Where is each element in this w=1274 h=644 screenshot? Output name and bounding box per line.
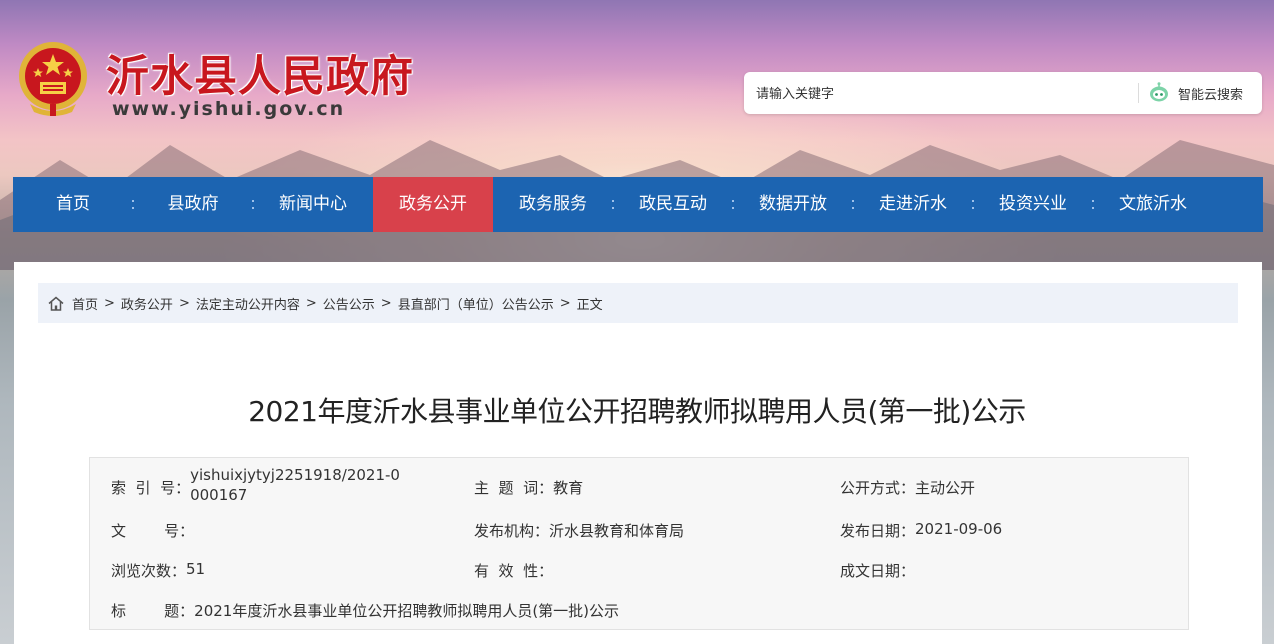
topic-value: 教育 [553, 479, 584, 497]
nav-separator [852, 198, 854, 212]
breadcrumb-government-affairs-open[interactable]: 政务公开 [121, 294, 173, 313]
open-method-value: 主动公开 [915, 479, 976, 497]
publish-date-value: 2021-09-06 [915, 520, 1003, 538]
index-number-label: 索 引 号： [111, 479, 191, 497]
main-nav: 首页 县政府 新闻中心 政务公开 政务服务 政民互动 数据开放 走进沂水 投资兴… [13, 177, 1263, 232]
metadata-row: 浏览次数： 51 有 效 性： 成文日期： [90, 560, 1188, 590]
breadcrumb-department-announcements[interactable]: 县直部门（单位）公告公示 [398, 294, 554, 313]
search-box: 智能云搜索 [744, 72, 1262, 114]
nav-separator [732, 198, 734, 212]
breadcrumb-current: 正文 [576, 297, 603, 313]
nav-item-government-affairs-open[interactable]: 政务公开 [373, 177, 493, 232]
nav-item-public-interaction[interactable]: 政民互动 [613, 177, 733, 232]
publish-date-field: 发布日期： 2021-09-06 [840, 520, 1002, 541]
nav-item-government-services[interactable]: 政务服务 [493, 177, 613, 232]
nav-item-about-yishui[interactable]: 走进沂水 [853, 177, 973, 232]
title-label: 标 题： [111, 602, 195, 620]
breadcrumb-separator: > [305, 295, 317, 311]
validity-field: 有 效 性： [474, 560, 553, 581]
nav-separator [1092, 198, 1094, 212]
topic-field: 主 题 词： 教育 [474, 477, 583, 498]
breadcrumb-separator: > [559, 295, 571, 311]
nav-item-county-government[interactable]: 县政府 [133, 177, 253, 232]
national-emblem-icon [19, 42, 87, 116]
search-divider [1138, 83, 1139, 103]
created-date-field: 成文日期： [840, 560, 915, 581]
publisher-value: 沂水县教育和体育局 [549, 522, 685, 540]
index-number-field: 索 引 号： yishuixjytyj2251918/2021-0000167 [111, 466, 400, 505]
metadata-row: 标 题： 2021年度沂水县事业单位公开招聘教师拟聘用人员(第一批)公示 [90, 600, 1188, 630]
nav-item-culture-tourism[interactable]: 文旅沂水 [1093, 177, 1213, 232]
breadcrumb-statutory-disclosure[interactable]: 法定主动公开内容 [196, 294, 300, 313]
breadcrumb-separator: > [380, 295, 392, 311]
nav-separator [252, 198, 254, 212]
smart-search-label: 智能云搜索 [1178, 87, 1244, 103]
title-value: 2021年度沂水县事业单位公开招聘教师拟聘用人员(第一批)公示 [194, 602, 620, 620]
view-count-label: 浏览次数： [111, 562, 187, 580]
topic-label: 主 题 词： [474, 479, 554, 497]
nav-separator [612, 198, 614, 212]
nav-item-open-data[interactable]: 数据开放 [733, 177, 853, 232]
publisher-label: 发布机构： [474, 522, 550, 540]
nav-item-home[interactable]: 首页 [13, 177, 133, 232]
smart-search-button[interactable]: 智能云搜索 [1144, 78, 1258, 108]
view-count-field: 浏览次数： 51 [111, 560, 205, 581]
breadcrumb-home[interactable]: 首页 [72, 294, 98, 313]
nav-separator [972, 198, 974, 212]
metadata-row: 索 引 号： yishuixjytyj2251918/2021-0000167 … [90, 463, 1188, 504]
document-metadata: 索 引 号： yishuixjytyj2251918/2021-0000167 … [89, 457, 1189, 630]
document-number-field: 文 号： [111, 520, 194, 541]
title-field: 标 题： 2021年度沂水县事业单位公开招聘教师拟聘用人员(第一批)公示 [111, 600, 619, 621]
breadcrumb: 首页 > 政务公开 > 法定主动公开内容 > 公告公示 > 县直部门（单位）公告… [38, 283, 1238, 323]
search-input[interactable] [754, 82, 1128, 106]
breadcrumb-separator: > [178, 295, 190, 311]
nav-item-news-center[interactable]: 新闻中心 [253, 177, 373, 232]
validity-label: 有 效 性： [474, 562, 554, 580]
breadcrumb-separator: > [104, 295, 115, 311]
home-icon [48, 296, 64, 311]
nav-separator [132, 198, 134, 212]
open-method-label: 公开方式： [840, 479, 916, 497]
publisher-field: 发布机构： 沂水县教育和体育局 [474, 520, 684, 541]
view-count-value: 51 [186, 560, 206, 578]
created-date-label: 成文日期： [840, 562, 916, 580]
nav-item-investment[interactable]: 投资兴业 [973, 177, 1093, 232]
open-method-field: 公开方式： 主动公开 [840, 477, 975, 498]
robot-search-icon [1150, 82, 1168, 102]
site-name: 沂水县人民政府 [106, 52, 414, 102]
article-title: 2021年度沂水县事业单位公开招聘教师拟聘用人员(第一批)公示 [248, 395, 1026, 428]
metadata-row: 文 号： 发布机构： 沂水县教育和体育局 发布日期： 2021-09-06 [90, 520, 1188, 550]
publish-date-label: 发布日期： [840, 522, 916, 540]
document-number-label: 文 号： [111, 522, 195, 540]
breadcrumb-announcements[interactable]: 公告公示 [323, 294, 375, 313]
site-url: www.yishui.gov.cn [112, 98, 346, 120]
index-number-value: yishuixjytyj2251918/2021-0000167 [190, 466, 400, 504]
